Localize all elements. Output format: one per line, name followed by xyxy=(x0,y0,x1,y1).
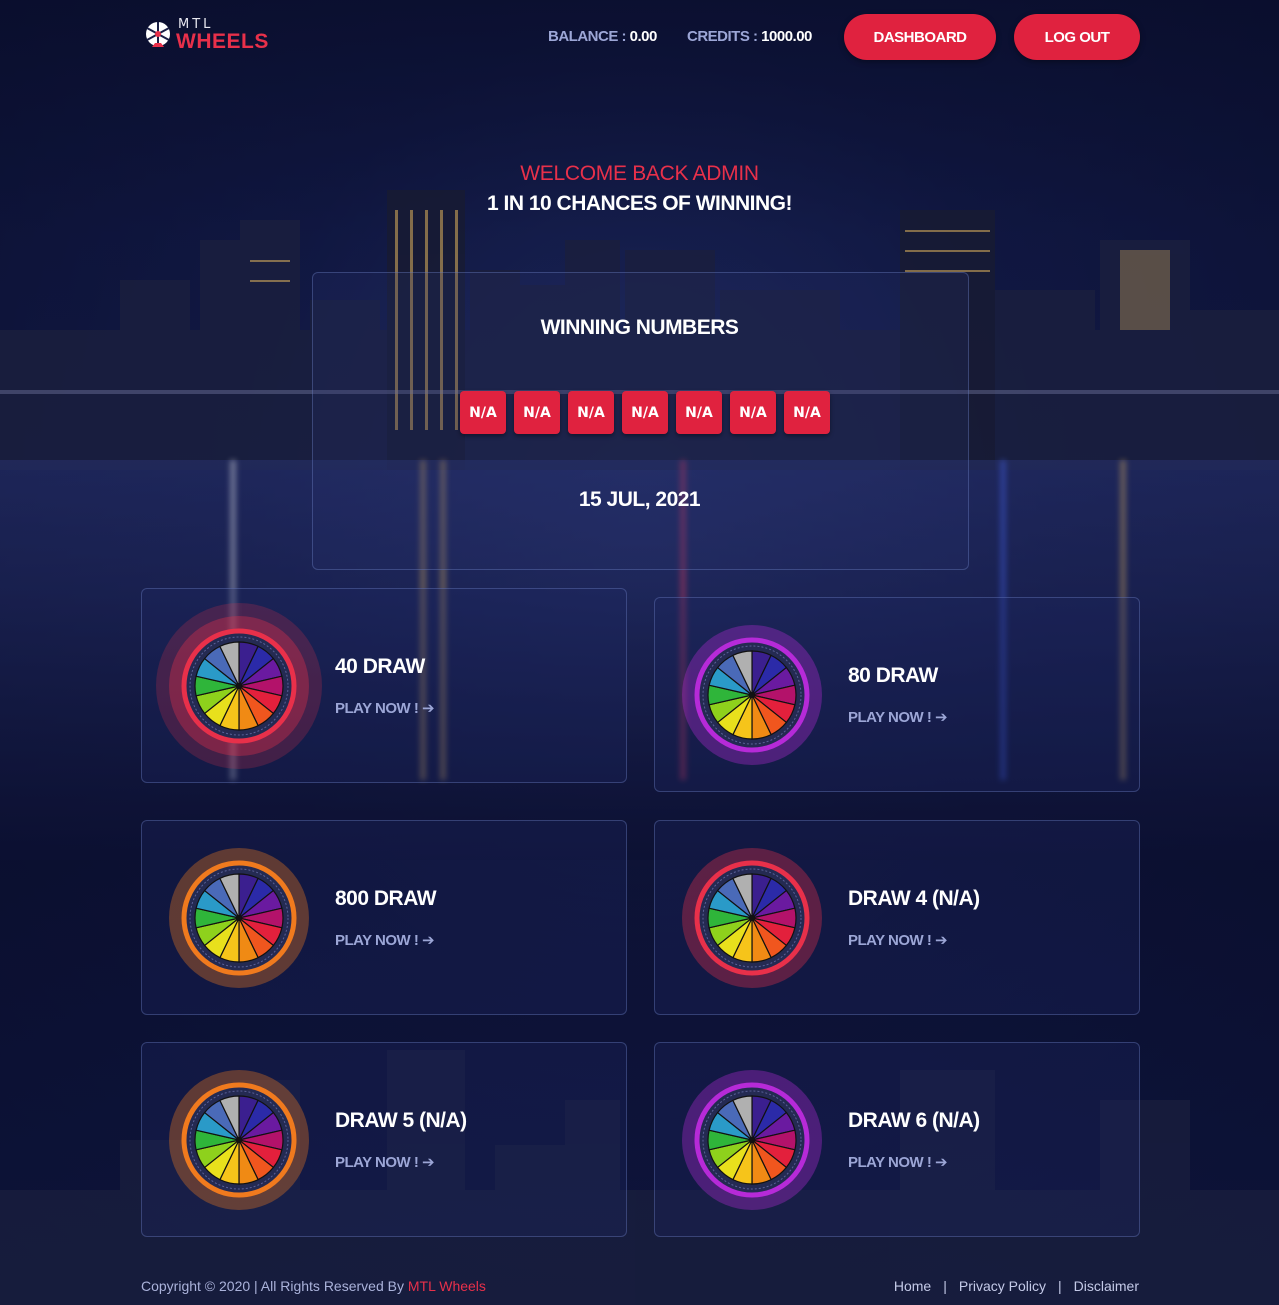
winning-numbers-title: WINNING NUMBERS xyxy=(540,316,739,339)
draw-card-80[interactable]: 80 DRAW PLAY NOW ! ➔ xyxy=(654,597,1140,792)
winning-number: N/A xyxy=(622,391,668,434)
color-wheel-icon xyxy=(156,835,322,1001)
copyright-brand-link[interactable]: MTL Wheels xyxy=(408,1278,486,1294)
winning-number: N/A xyxy=(568,391,614,434)
site-logo[interactable]: MTL WHEELS xyxy=(143,18,269,52)
footer-separator: | xyxy=(1058,1278,1062,1294)
logout-button[interactable]: LOG OUT xyxy=(1014,14,1140,60)
copyright-label: Copyright © 2020 | All Rights Reserved B… xyxy=(141,1278,408,1294)
footer-separator: | xyxy=(943,1278,947,1294)
wheel-logo-icon xyxy=(143,20,173,50)
color-wheel-graphic xyxy=(169,1070,309,1210)
chances-tagline: 1 IN 10 CHANCES OF WINNING! xyxy=(486,192,793,215)
dashboard-button[interactable]: DASHBOARD xyxy=(844,14,996,60)
color-wheel-graphic xyxy=(682,1070,822,1210)
draw-title: DRAW 6 (N/A) xyxy=(848,1109,980,1132)
draw-card-6[interactable]: DRAW 6 (N/A) PLAY NOW ! ➔ xyxy=(654,1042,1140,1237)
copyright-text: Copyright © 2020 | All Rights Reserved B… xyxy=(141,1278,486,1294)
draw-date: 15 JUL, 2021 xyxy=(578,488,701,511)
play-now-link[interactable]: PLAY NOW ! ➔ xyxy=(335,931,435,949)
color-wheel-graphic xyxy=(682,848,822,988)
winning-number: N/A xyxy=(460,391,506,434)
draw-card-4[interactable]: DRAW 4 (N/A) PLAY NOW ! ➔ xyxy=(654,820,1140,1015)
footer-links: Home | Privacy Policy | Disclaimer xyxy=(894,1278,1139,1294)
credits-label: CREDITS : xyxy=(687,28,758,45)
winning-numbers-list: N/A N/A N/A N/A N/A N/A N/A xyxy=(460,391,830,434)
color-wheel-graphic xyxy=(156,603,322,769)
color-wheel-icon xyxy=(669,1057,835,1223)
color-wheel-graphic xyxy=(169,848,309,988)
winning-number: N/A xyxy=(730,391,776,434)
play-now-link[interactable]: PLAY NOW ! ➔ xyxy=(848,931,948,949)
color-wheel-icon xyxy=(156,1057,322,1223)
draw-card-800[interactable]: 800 DRAW PLAY NOW ! ➔ xyxy=(141,820,627,1015)
credits-value: 1000.00 xyxy=(761,28,812,45)
draw-title: 80 DRAW xyxy=(848,664,938,687)
winning-number: N/A xyxy=(514,391,560,434)
draw-title: DRAW 4 (N/A) xyxy=(848,887,980,910)
color-wheel-icon xyxy=(669,612,835,778)
balance-display: BALANCE : 0.00 xyxy=(548,28,657,45)
credits-display: CREDITS : 1000.00 xyxy=(687,28,812,45)
play-now-link[interactable]: PLAY NOW ! ➔ xyxy=(848,708,948,726)
footer-link-privacy[interactable]: Privacy Policy xyxy=(959,1278,1046,1294)
top-navbar: MTL WHEELS BALANCE : 0.00 CREDITS : 1000… xyxy=(0,0,1279,75)
play-now-link[interactable]: PLAY NOW ! ➔ xyxy=(848,1153,948,1171)
winning-number: N/A xyxy=(784,391,830,434)
draw-card-5[interactable]: DRAW 5 (N/A) PLAY NOW ! ➔ xyxy=(141,1042,627,1237)
draw-title: 800 DRAW xyxy=(335,887,437,910)
play-now-link[interactable]: PLAY NOW ! ➔ xyxy=(335,1153,435,1171)
balance-value: 0.00 xyxy=(629,28,658,45)
logo-wheels-text: WHEELS xyxy=(176,30,269,53)
footer-link-home[interactable]: Home xyxy=(894,1278,931,1294)
color-wheel-icon xyxy=(669,835,835,1001)
balance-label: BALANCE : xyxy=(548,28,627,45)
winning-number: N/A xyxy=(676,391,722,434)
play-now-link[interactable]: PLAY NOW ! ➔ xyxy=(335,699,435,717)
draw-card-40[interactable]: 40 DRAW PLAY NOW ! ➔ xyxy=(141,588,627,783)
color-wheel-graphic xyxy=(682,625,822,765)
welcome-message: WELCOME BACK ADMIN xyxy=(520,162,759,185)
color-wheel-icon xyxy=(156,603,322,769)
draw-title: DRAW 5 (N/A) xyxy=(335,1109,467,1132)
footer-link-disclaimer[interactable]: Disclaimer xyxy=(1074,1278,1139,1294)
draw-title: 40 DRAW xyxy=(335,655,425,678)
